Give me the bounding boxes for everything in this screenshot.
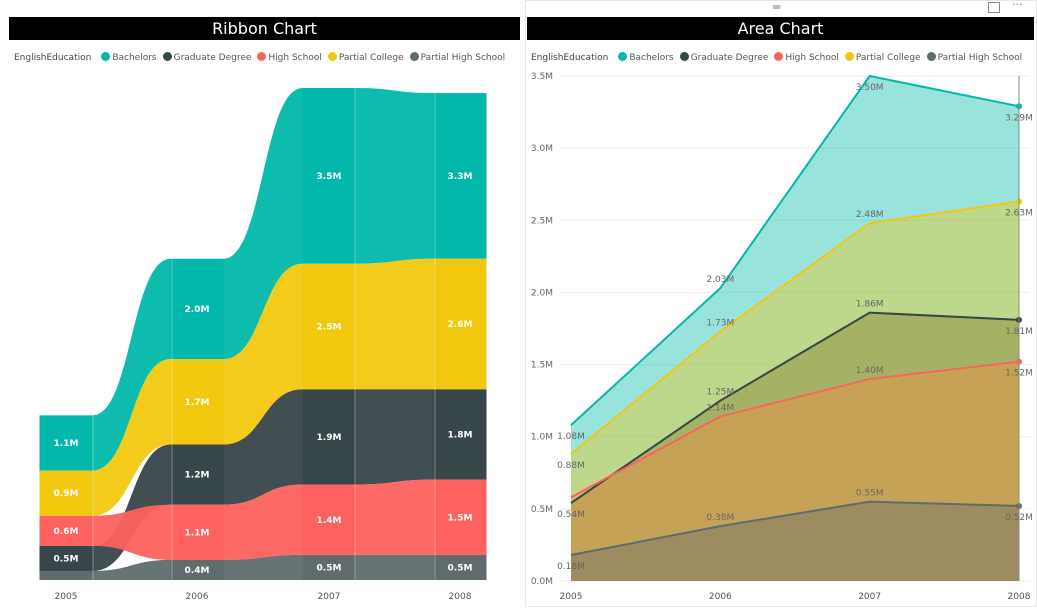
data-label: 1.8M <box>448 430 473 440</box>
x-tick-label: 2006 <box>186 592 209 602</box>
charts-canvas: 1.1M 2.0M 3.5M 3.3M 0.5M 1.2M 1.9M 1.8M 0.6M 1.1M… <box>39 72 1033 602</box>
data-label: 2.03M <box>706 275 734 285</box>
x-tick-label: 2008 <box>1008 592 1031 602</box>
data-label: 3.5M <box>317 172 342 182</box>
data-label: 0.6M <box>54 527 79 537</box>
data-label: 1.9M <box>317 433 342 443</box>
data-label: 3.3M <box>448 172 473 182</box>
data-label: 1.7M <box>185 398 210 408</box>
data-label: 1.4M <box>317 516 342 526</box>
ribbon-band <box>355 258 434 390</box>
data-label: 0.54M <box>557 510 585 520</box>
data-label: 0.5M <box>317 563 342 573</box>
ribbon-band <box>355 554 434 580</box>
data-label: 0.4M <box>185 566 210 576</box>
x-tick-label: 2005 <box>55 592 78 602</box>
x-tick-label: 2005 <box>560 592 583 602</box>
y-tick-label: 2.5M <box>531 216 553 226</box>
y-tick-label: 0.0M <box>531 577 553 587</box>
data-label: 1.86M <box>856 300 884 310</box>
data-label: 1.40M <box>856 366 884 376</box>
data-label: 0.5M <box>54 554 79 564</box>
ribbon-band <box>355 389 434 485</box>
data-label: 2.48M <box>856 210 884 220</box>
y-tick-label: 0.5M <box>531 505 553 515</box>
data-label: 0.18M <box>557 562 585 572</box>
ribbon-band <box>355 88 434 264</box>
data-label: 1.5M <box>448 513 473 523</box>
x-tick-label: 2007 <box>858 592 881 602</box>
y-tick-label: 3.5M <box>531 72 553 82</box>
data-label: 0.38M <box>706 513 734 523</box>
data-label: 1.2M <box>185 471 210 481</box>
ribbon-band <box>355 479 434 555</box>
data-label: 2.5M <box>317 322 342 332</box>
data-label: 0.55M <box>856 489 884 499</box>
data-label: 0.88M <box>557 461 585 471</box>
y-tick-label: 1.5M <box>531 361 553 371</box>
data-label: 2.0M <box>185 305 210 315</box>
y-tick-label: 1.0M <box>531 433 553 443</box>
data-label: 1.73M <box>706 318 734 328</box>
x-tick-label: 2007 <box>318 592 341 602</box>
x-tick-label: 2008 <box>449 592 472 602</box>
data-label: 0.9M <box>54 489 79 499</box>
y-tick-label: 2.0M <box>531 288 553 298</box>
data-label: 3.50M <box>856 83 884 93</box>
ribbon-segment <box>39 570 93 580</box>
x-tick-label: 2006 <box>709 592 732 602</box>
data-label: 1.08M <box>557 432 585 442</box>
data-label: 1.1M <box>185 528 210 538</box>
data-label: 1.1M <box>54 439 79 449</box>
data-label: 0.5M <box>448 563 473 573</box>
y-tick-label: 3.0M <box>531 144 553 154</box>
data-label: 1.25M <box>706 388 734 398</box>
data-label: 2.6M <box>448 320 473 330</box>
data-label: 1.14M <box>706 404 734 414</box>
